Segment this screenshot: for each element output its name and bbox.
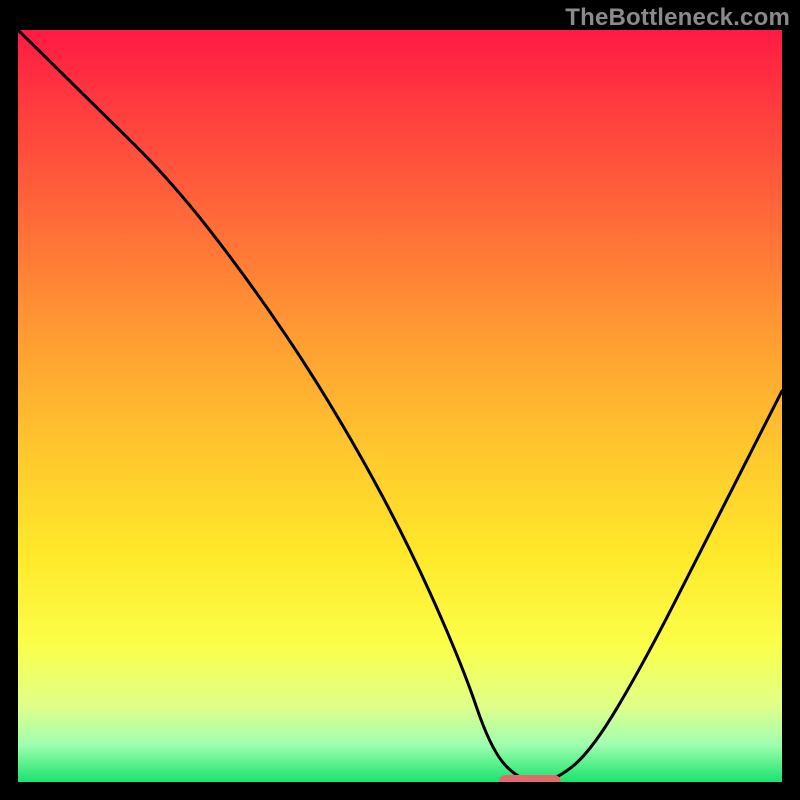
watermark-text: TheBottleneck.com [565, 4, 790, 32]
optimal-marker [499, 775, 560, 782]
chart-frame: TheBottleneck.com [0, 0, 800, 800]
bottleneck-plot [18, 30, 782, 782]
